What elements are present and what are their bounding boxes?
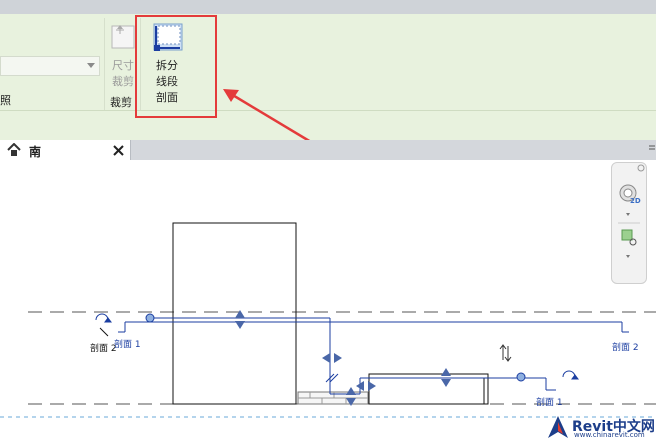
extent-grip-icon[interactable] — [235, 310, 245, 329]
flip-arrows-icon[interactable] — [499, 344, 512, 362]
section-line-1[interactable] — [150, 317, 556, 395]
section-head-marker — [99, 327, 109, 337]
ribbon-divider — [104, 18, 105, 110]
building-low-inner — [368, 377, 485, 405]
2d-badge: 2D — [630, 197, 641, 205]
ribbon-separator — [0, 110, 656, 111]
section-label: 剖面 1 — [114, 340, 141, 350]
navigation-bar — [611, 162, 647, 284]
chevron-down-icon — [626, 255, 630, 258]
close-icon — [637, 164, 645, 172]
dimension-crop-label: 尺寸 裁剪 — [112, 59, 134, 88]
navigation-bar-icons — [618, 164, 645, 258]
section-end-grip[interactable] — [145, 313, 155, 323]
building-tall[interactable] — [172, 222, 297, 405]
cycle-section-icon[interactable] — [95, 313, 112, 323]
brand-url: www.chinarevit.com — [574, 431, 645, 439]
title-bar — [0, 0, 656, 14]
highlight-annotation — [135, 15, 217, 118]
chevron-down-icon — [626, 213, 630, 216]
view-dropdown[interactable] — [0, 56, 100, 76]
house-icon — [7, 143, 21, 156]
segment-grip-icon[interactable] — [356, 381, 376, 391]
section-end-grip[interactable] — [516, 372, 526, 382]
segment-break-marker[interactable] — [325, 373, 339, 383]
section-label: 剖面 2 — [90, 344, 117, 354]
segment-grip-icon[interactable] — [322, 353, 342, 363]
chevron-down-icon — [87, 63, 95, 68]
section-line-2[interactable] — [118, 321, 629, 333]
dimension-crop-button[interactable]: 尺寸 裁剪 — [108, 22, 138, 92]
section-label: 剖面 1 — [536, 398, 563, 408]
revit-logo-icon — [548, 416, 568, 438]
ribbon-panel-labels — [0, 110, 656, 140]
panel-label-left: 照 — [0, 94, 11, 107]
section-label: 剖面 2 — [612, 343, 639, 353]
panel-label-crop: 裁剪 — [110, 96, 132, 109]
zoom-icon — [621, 229, 633, 241]
cycle-section-icon[interactable] — [562, 370, 579, 380]
view-tab-label: 南 — [29, 145, 42, 159]
close-icon[interactable] — [113, 145, 124, 156]
tab-menu-icon[interactable] — [648, 143, 656, 155]
